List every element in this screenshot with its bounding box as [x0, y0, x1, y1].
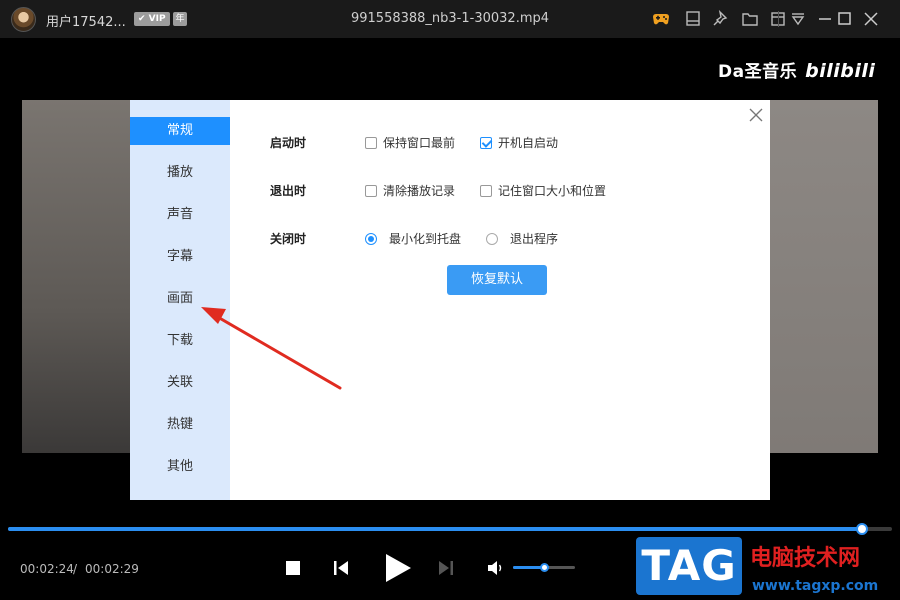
time-separator: /: [73, 562, 78, 576]
volume-handle[interactable]: [540, 563, 549, 572]
current-time: 00:02:24: [20, 562, 74, 576]
close-behavior-label: 关闭时: [270, 232, 307, 246]
checkbox-label: 保持窗口最前: [383, 136, 456, 150]
keep-on-top-checkbox[interactable]: 保持窗口最前: [365, 134, 455, 151]
progress-handle[interactable]: [855, 523, 868, 535]
progress-bar[interactable]: [8, 523, 892, 535]
pin-icon[interactable]: [711, 9, 731, 29]
nav-hotkeys[interactable]: 热键: [130, 411, 230, 439]
settings-nav: 常规 播放 声音 字幕 画面 下载 关联 热键 其他: [130, 100, 230, 500]
site-name: 电脑技术网: [750, 546, 861, 571]
restore-defaults-button[interactable]: 恢复默认: [447, 265, 547, 295]
minimize-icon[interactable]: [815, 9, 835, 29]
checkbox-label: 清除播放记录: [383, 184, 456, 198]
radio-label: 最小化到托盘: [389, 232, 462, 246]
exit-program-radio[interactable]: 退出程序: [486, 230, 558, 247]
nav-other[interactable]: 其他: [130, 453, 230, 481]
clear-history-checkbox[interactable]: 清除播放记录: [365, 182, 455, 199]
progress-fill: [8, 527, 862, 531]
tag-logo: TAG: [636, 537, 742, 595]
dropdown-menu-icon[interactable]: [788, 9, 808, 29]
bilibili-logo: bilibili: [805, 60, 876, 82]
checkbox-box[interactable]: [365, 137, 377, 149]
settings-dialog: 常规 播放 声音 字幕 画面 下载 关联 热键 其他 启动时 保持窗口最前 开机…: [130, 100, 770, 500]
nav-download[interactable]: 下载: [130, 327, 230, 355]
radio-circle[interactable]: [365, 233, 377, 245]
remember-window-checkbox[interactable]: 记住窗口大小和位置: [480, 182, 606, 199]
nav-general[interactable]: 常规: [130, 117, 230, 145]
startup-label: 启动时: [270, 136, 307, 150]
next-icon[interactable]: [437, 559, 455, 581]
close-icon[interactable]: [861, 9, 881, 29]
video-watermark: Da圣音乐 bilibili: [718, 57, 875, 82]
autostart-checkbox[interactable]: 开机自启动: [480, 134, 558, 151]
uploader-name: Da圣音乐: [718, 62, 798, 82]
site-url: www.tagxp.com: [752, 578, 879, 594]
previous-icon[interactable]: [332, 559, 350, 581]
nav-audio[interactable]: 声音: [130, 201, 230, 229]
screen-icon[interactable]: [683, 9, 703, 29]
checkbox-label: 开机自启动: [498, 136, 559, 150]
radio-label: 退出程序: [510, 232, 559, 246]
play-icon[interactable]: [383, 552, 413, 588]
folder-icon[interactable]: [740, 9, 760, 29]
checkbox-box[interactable]: [480, 185, 492, 197]
exit-label: 退出时: [270, 184, 307, 198]
stop-icon[interactable]: [285, 560, 301, 580]
nav-association[interactable]: 关联: [130, 369, 230, 397]
radio-circle[interactable]: [486, 233, 498, 245]
window-title: 991558388_nb3-1-30032.mp4: [350, 11, 550, 26]
nav-picture[interactable]: 画面: [130, 285, 230, 313]
nav-playback[interactable]: 播放: [130, 159, 230, 187]
titlebar-divider: [778, 11, 779, 27]
checkbox-box[interactable]: [365, 185, 377, 197]
gamepad-icon[interactable]: [651, 9, 671, 29]
title-bar: 用户17542... ✔ VIP 年 991558388_nb3-1-30032…: [0, 0, 900, 38]
minimize-to-tray-radio[interactable]: 最小化到托盘: [365, 230, 461, 247]
maximize-icon[interactable]: [835, 9, 855, 29]
dialog-close-icon[interactable]: [748, 107, 764, 123]
nav-subtitle[interactable]: 字幕: [130, 243, 230, 271]
checkbox-box[interactable]: [480, 137, 492, 149]
total-time: 00:02:29: [85, 562, 139, 576]
volume-icon[interactable]: [487, 560, 505, 580]
volume-slider[interactable]: [513, 563, 575, 572]
checkbox-label: 记住窗口大小和位置: [498, 184, 607, 198]
